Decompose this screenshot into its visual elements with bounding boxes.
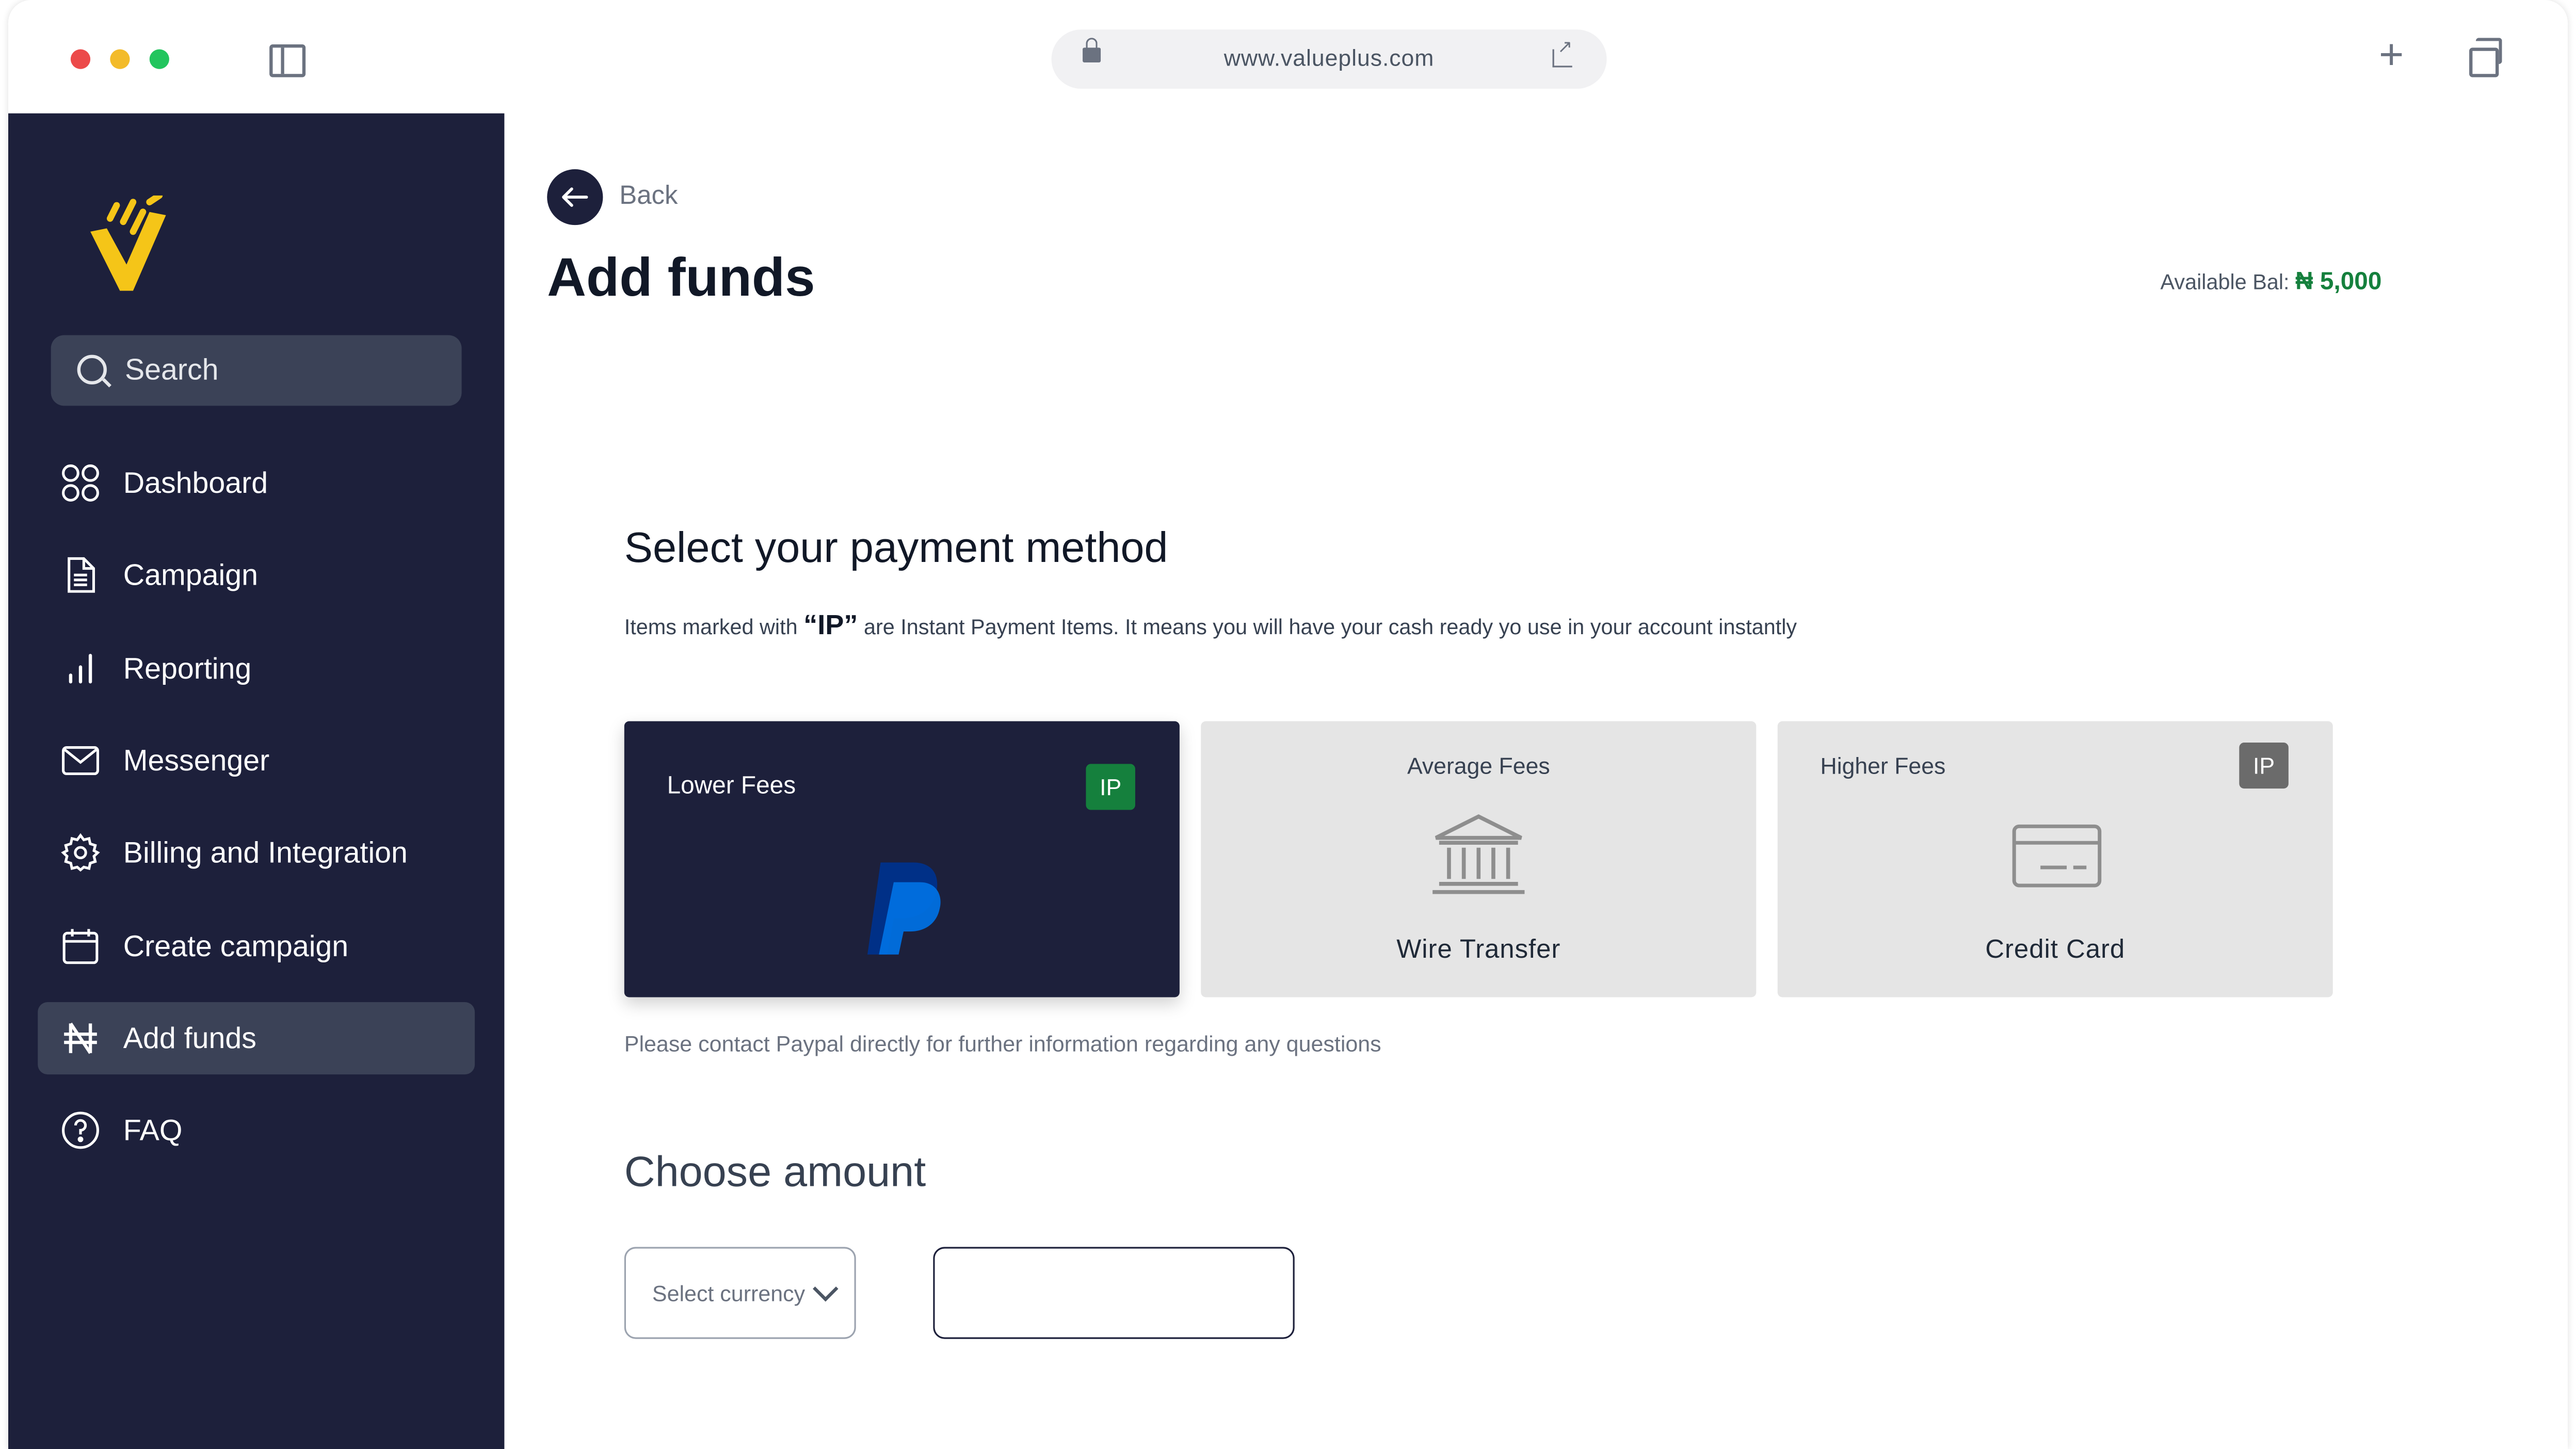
available-balance: Available Bal: ₦ 5,000 (2161, 268, 2382, 296)
search-icon (77, 355, 107, 384)
sidebar-item-messenger[interactable]: Messenger (38, 725, 475, 797)
sidebar: Search Dashboard Campaign Reporting Mess (8, 113, 505, 1449)
sidebar-item-dashboard[interactable]: Dashboard (38, 447, 475, 519)
amount-input[interactable] (933, 1247, 1295, 1339)
arrow-left-icon (562, 187, 588, 207)
page-title: Add funds (547, 246, 815, 308)
dashboard-grid-icon (62, 464, 99, 502)
method-name: Credit Card (1985, 936, 2126, 964)
address-bar[interactable]: www.valueplus.com (1051, 29, 1607, 89)
sidebar-item-reporting[interactable]: Reporting (38, 633, 475, 705)
description-prefix: Items marked with (624, 614, 798, 639)
payment-method-description: Items marked with “IP” are Instant Payme… (624, 609, 1797, 642)
close-window-button[interactable] (70, 49, 91, 69)
ip-badge: IP (1086, 764, 1135, 810)
search-input[interactable]: Search (51, 335, 462, 406)
paypal-icon (867, 862, 941, 955)
document-icon (68, 557, 95, 593)
sidebar-item-label: Billing and Integration (123, 836, 408, 870)
browser-window: www.valueplus.com + Search Dashboard (8, 0, 2568, 1449)
ip-marker: “IP” (803, 609, 858, 641)
sidebar-item-label: Dashboard (123, 466, 268, 500)
bank-icon (1432, 814, 1525, 894)
fee-label: Lower Fees (667, 772, 796, 800)
ip-badge: IP (2239, 743, 2289, 789)
calendar-icon (62, 929, 99, 964)
fee-label: Higher Fees (1820, 752, 1946, 779)
share-icon[interactable] (1552, 36, 1572, 68)
new-tab-icon[interactable]: + (2379, 33, 2404, 76)
maximize-window-button[interactable] (149, 49, 169, 69)
sidebar-item-label: Create campaign (123, 929, 349, 963)
balance-value: ₦ 5,000 (2295, 267, 2382, 296)
currency-select[interactable]: Select currency (624, 1247, 856, 1339)
naira-icon (64, 1022, 97, 1054)
valueplus-logo (90, 195, 166, 291)
sidebar-item-label: FAQ (123, 1114, 183, 1147)
payment-option-wire-transfer[interactable]: Average Fees Wire Transfer (1201, 721, 1757, 997)
currency-placeholder: Select currency (652, 1281, 806, 1307)
sidebar-item-billing[interactable]: Billing and Integration (38, 816, 475, 889)
back-link[interactable]: Back (619, 182, 678, 212)
credit-card-icon (2012, 824, 2102, 888)
sidebar-item-label: Add funds (123, 1022, 256, 1055)
sidebar-toggle-icon[interactable] (269, 44, 306, 77)
tabs-overview-icon[interactable] (2469, 38, 2502, 77)
balance-label: Available Bal: (2160, 269, 2290, 294)
gear-icon (61, 833, 100, 872)
back-button[interactable] (547, 169, 603, 226)
sidebar-item-label: Campaign (123, 558, 258, 592)
description-suffix: are Instant Payment Items. It means you … (863, 614, 1797, 639)
method-name: Wire Transfer (1396, 936, 1561, 964)
fee-label: Average Fees (1407, 752, 1550, 779)
chevron-down-icon (813, 1276, 839, 1302)
help-circle-icon (62, 1112, 99, 1149)
minimize-window-button[interactable] (110, 49, 130, 69)
sidebar-item-label: Reporting (123, 652, 252, 685)
payment-option-paypal[interactable]: Lower Fees IP (624, 721, 1180, 997)
sidebar-item-campaign[interactable]: Campaign (38, 539, 475, 611)
bar-chart-icon (69, 654, 92, 684)
paypal-contact-note: Please contact Paypal directly for furth… (624, 1032, 1381, 1057)
payment-method-heading: Select your payment method (624, 522, 1168, 572)
mail-icon (62, 746, 99, 776)
sidebar-item-label: Messenger (123, 744, 270, 777)
payment-option-credit-card[interactable]: Higher Fees IP Credit Card (1777, 721, 2333, 997)
sidebar-item-create-campaign[interactable]: Create campaign (38, 910, 475, 983)
url-text: www.valueplus.com (1223, 44, 1435, 71)
search-label: Search (124, 353, 219, 387)
sidebar-item-faq[interactable]: FAQ (38, 1094, 475, 1166)
choose-amount-heading: Choose amount (624, 1147, 926, 1196)
sidebar-item-add-funds[interactable]: Add funds (38, 1002, 475, 1075)
